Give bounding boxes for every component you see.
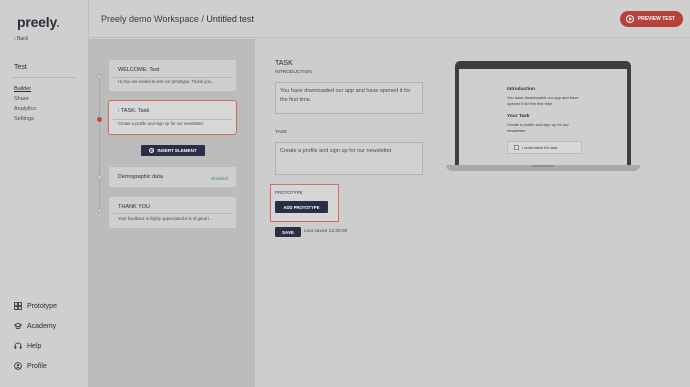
preview-intro-text: You have downloaded our app and have ope… — [507, 95, 579, 106]
timeline-dot-active — [97, 117, 102, 122]
sidebar-nav: Builder Share Analytics Settings — [14, 84, 36, 124]
page-title: TASK — [275, 60, 293, 67]
welcome-card[interactable]: WELCOME: Test Hi,You are invited to test… — [109, 60, 236, 91]
save-button[interactable]: SAVE — [275, 227, 301, 237]
last-saved-status: Last saved 12:39:00 — [304, 229, 348, 234]
add-prototype-button[interactable]: ADD PROTOTYPE — [275, 201, 328, 213]
preview-test-button[interactable]: PREVIEW TEST — [619, 11, 683, 27]
card-title: ⁝ TASK: Task — [118, 108, 150, 114]
timeline-line — [99, 74, 100, 212]
test-title[interactable]: Untitled test — [206, 14, 254, 24]
grid-icon — [14, 302, 22, 310]
timeline-dot — [97, 175, 102, 180]
preview-understand-checkbox[interactable]: I understand the task — [507, 141, 582, 154]
sidebar: preely. ‹ Back Test Builder Share Analyt… — [0, 0, 89, 387]
task-label: TASK — [275, 130, 288, 135]
prototype-label: PROTOTYPE — [275, 190, 303, 195]
graduation-cap-icon — [14, 322, 22, 329]
timeline-dot — [97, 208, 102, 213]
preview-task-text: Create a profile and sign up for our new… — [507, 122, 569, 133]
sidebar-item-profile[interactable]: Profile — [14, 356, 57, 376]
timeline-dot — [97, 74, 102, 79]
play-icon — [625, 15, 634, 23]
back-link[interactable]: ‹ Back — [14, 36, 28, 42]
breadcrumb: Preely demo Workspace / Untitled test — [101, 14, 254, 24]
divider — [113, 213, 232, 214]
sidebar-item-share[interactable]: Share — [14, 94, 36, 104]
project-name: Test — [14, 64, 27, 71]
sidebar-item-prototype[interactable]: Prototype — [14, 296, 57, 316]
divider — [12, 77, 76, 78]
thank-you-card[interactable]: THANK YOU Your feedback is highly apprec… — [109, 197, 236, 228]
card-desc: Hi,You are invited to test our prototype… — [118, 79, 215, 84]
task-textarea[interactable]: Create a profile and sign up for our new… — [275, 142, 423, 175]
headset-icon — [14, 342, 22, 349]
demographic-card[interactable]: Demographic data Enabled — [109, 167, 236, 187]
preview-task-title: Your Task — [507, 114, 530, 119]
sidebar-item-academy[interactable]: Academy — [14, 316, 57, 336]
insert-element-button[interactable]: + INSERT ELEMENT — [141, 145, 205, 156]
divider — [113, 119, 232, 120]
card-desc: Create a profile and sign up for our new… — [118, 121, 204, 126]
introduction-textarea[interactable]: You have downloaded our app and have ope… — [275, 82, 423, 114]
sidebar-item-help[interactable]: Help — [14, 336, 57, 356]
laptop-base — [446, 165, 640, 171]
divider — [113, 77, 232, 78]
card-title: WELCOME: Test — [118, 67, 160, 73]
sidebar-item-settings[interactable]: Settings — [14, 114, 36, 124]
card-desc: Your feedback is highly appreciated.It i… — [118, 216, 213, 221]
checkbox-icon — [514, 145, 519, 150]
user-icon — [14, 362, 22, 370]
sidebar-item-builder[interactable]: Builder — [14, 84, 36, 94]
top-header: Preely demo Workspace / Untitled test PR… — [89, 0, 690, 38]
introduction-label: INTRODUCTION — [275, 70, 312, 75]
preview-intro-title: Introduction — [507, 87, 535, 92]
sidebar-bottom-nav: Prototype Academy Help Profile — [14, 296, 57, 376]
prototype-section: PROTOTYPE ADD PROTOTYPE — [270, 184, 339, 222]
plus-icon: + — [149, 148, 155, 153]
sidebar-item-analytics[interactable]: Analytics — [14, 104, 36, 114]
preely-logo[interactable]: preely. — [17, 14, 60, 30]
breadcrumb-workspace[interactable]: Preely demo Workspace / — [101, 14, 204, 24]
task-card[interactable]: ⁝ TASK: Task Create a profile and sign u… — [108, 100, 237, 135]
status-badge: Enabled — [211, 176, 228, 181]
card-title: THANK YOU — [118, 204, 150, 210]
